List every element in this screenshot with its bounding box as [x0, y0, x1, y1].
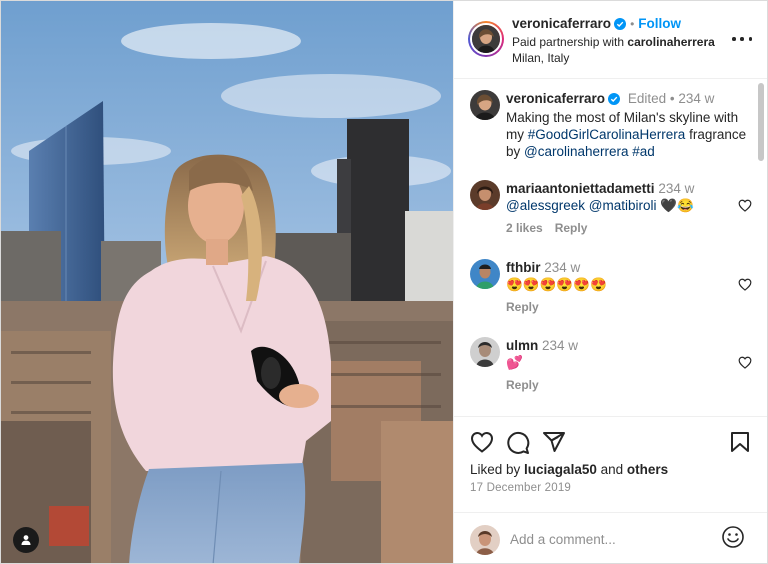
post-dialog: veronicaferraro • Follow Paid partnership …	[0, 0, 768, 564]
caption-row: veronicaferraro Edited • 234 w Making th…	[470, 90, 752, 160]
dot-separator: •	[630, 17, 635, 31]
paper-plane-icon[interactable]	[542, 431, 566, 458]
liked-by-mid: and	[596, 462, 627, 477]
partnership-label: Paid partnership with carolinaherrera	[512, 34, 715, 50]
reply-button[interactable]: Reply	[555, 221, 588, 235]
caption-time[interactable]: 234 w	[678, 91, 714, 106]
caption-hashtag-1[interactable]: #GoodGirlCarolinaHerrera	[528, 127, 686, 142]
caption-hashtag-2[interactable]: #ad	[632, 144, 655, 159]
commenter-avatar[interactable]	[470, 180, 500, 210]
caption-username[interactable]: veronicaferraro	[506, 91, 605, 106]
comment-time[interactable]: 234 w	[658, 181, 694, 196]
dot-separator: •	[666, 91, 679, 106]
commenter-username[interactable]: fthbir	[506, 260, 541, 275]
heart-icon[interactable]	[738, 356, 752, 374]
action-bar: Liked by luciagala50 and others 17 Decem…	[454, 416, 767, 512]
post-header: veronicaferraro • Follow Paid partnership …	[454, 1, 767, 79]
comment-likes[interactable]: 2 likes	[506, 221, 543, 235]
heart-icon[interactable]	[738, 199, 752, 217]
liked-by-user[interactable]: luciagala50	[524, 462, 597, 477]
reply-button[interactable]: Reply	[506, 300, 539, 314]
comments-scrollbar[interactable]	[758, 83, 764, 161]
smiley-icon[interactable]	[721, 525, 745, 554]
commenter-avatar[interactable]	[470, 337, 500, 367]
heart-icon[interactable]	[470, 431, 494, 458]
comment-time[interactable]: 234 w	[544, 260, 580, 275]
liked-by-others[interactable]: others	[627, 462, 668, 477]
post-side-panel: veronicaferraro • Follow Paid partnership …	[453, 1, 767, 563]
post-date[interactable]: 17 December 2019	[470, 482, 571, 494]
comment-time[interactable]: 234 w	[542, 338, 578, 353]
verified-badge-icon	[608, 92, 621, 109]
comment-mention-1[interactable]: @alessgreek	[506, 198, 585, 213]
comment-item: mariaantoniettadametti 234 w @alessgreek…	[470, 180, 752, 235]
person-tag-icon[interactable]	[13, 527, 39, 553]
verified-badge-icon	[614, 17, 627, 35]
commenter-avatar[interactable]	[470, 259, 500, 289]
comment-text: 😍😍😍😍😍😍	[506, 277, 607, 292]
bookmark-icon[interactable]	[730, 431, 750, 458]
comment-item: ulmn 234 w 💕 Reply	[470, 337, 752, 392]
author-username[interactable]: veronicaferraro	[512, 16, 611, 31]
follow-button[interactable]: Follow	[638, 16, 681, 31]
liked-by: Liked by luciagala50 and others	[470, 462, 668, 477]
comments-list[interactable]: veronicaferraro Edited • 234 w Making th…	[454, 80, 767, 416]
edited-label: Edited	[627, 91, 667, 106]
caption-avatar[interactable]	[470, 90, 500, 120]
post-location[interactable]: Milan, Italy	[512, 50, 569, 66]
commenter-username[interactable]: ulmn	[506, 338, 538, 353]
caption-mention[interactable]: @carolinaherrera	[524, 144, 629, 159]
reply-button[interactable]: Reply	[506, 378, 539, 392]
comment-bubble-icon[interactable]	[506, 431, 530, 460]
more-options-icon[interactable]	[732, 32, 752, 46]
comment-text: 💕	[506, 355, 523, 370]
commenter-username[interactable]: mariaantoniettadametti	[506, 181, 655, 196]
comment-mention-2[interactable]: @matibiroli	[589, 198, 657, 213]
add-comment-input[interactable]	[510, 527, 710, 551]
liked-by-prefix: Liked by	[470, 462, 525, 477]
photo-image	[1, 1, 453, 563]
author-avatar[interactable]	[468, 21, 504, 57]
partnership-prefix: Paid partnership with	[512, 35, 628, 49]
add-comment-bar	[454, 512, 767, 563]
comment-emoji: 🖤😂	[660, 198, 694, 213]
partner-link[interactable]: carolinaherrera	[627, 35, 714, 49]
current-user-avatar	[470, 525, 500, 555]
post-photo[interactable]	[1, 1, 453, 563]
comment-item: fthbir 234 w 😍😍😍😍😍😍 Reply	[470, 259, 752, 314]
heart-icon[interactable]	[738, 278, 752, 296]
